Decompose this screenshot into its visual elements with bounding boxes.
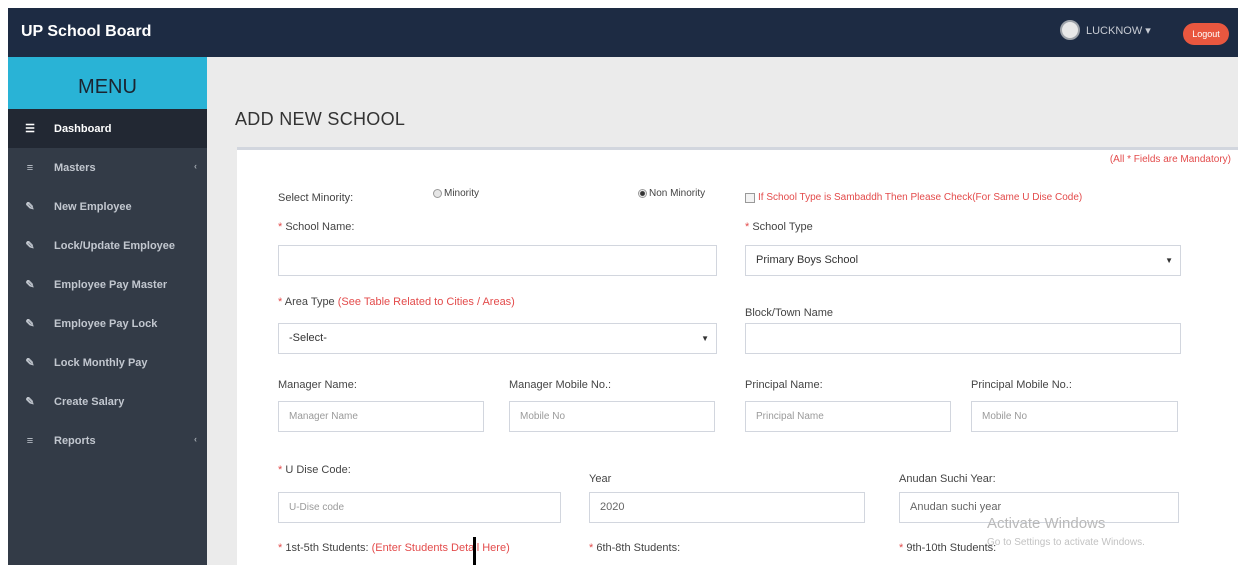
pencil-icon: ✎: [25, 396, 35, 408]
label-text: 1st-5th Students:: [285, 542, 372, 554]
sidebar-item-lock-monthly-pay[interactable]: ✎ Lock Monthly Pay: [8, 343, 207, 382]
sidebar-item-label: Lock/Update Employee: [54, 239, 176, 252]
sidebar-item-lock-update-employee[interactable]: ✎ Lock/Update Employee: [8, 226, 207, 265]
principal-name-label: Principal Name:: [745, 379, 823, 391]
udise-code-label: * U Dise Code:: [278, 464, 351, 476]
pencil-icon: ✎: [25, 201, 35, 213]
required-star: *: [278, 296, 285, 308]
sidebar-item-label: Masters: [54, 161, 96, 174]
sidebar: MENU ☰ Dashboard ≡ Masters ‹ ✎ New Employee ✎ Lo…: [8, 57, 207, 565]
sidebar-item-label: Employee Pay Lock: [54, 317, 158, 330]
non-minority-radio-label: Non Minority: [649, 188, 706, 199]
app-window: UP School Board LUCKNOW ▾ Logout MENU ☰ D…: [8, 8, 1238, 565]
sidebar-item-create-salary[interactable]: ✎ Create Salary: [8, 382, 207, 421]
manager-name-input[interactable]: Manager Name: [278, 401, 484, 432]
sidebar-nav: ☰ Dashboard ≡ Masters ‹ ✎ New Employee ✎ Lock/Up…: [8, 109, 207, 460]
sambaddh-checkbox-label: If School Type is Sambaddh Then Please C…: [758, 192, 1083, 203]
radio-circle: [433, 189, 442, 198]
pencil-icon: ✎: [25, 279, 35, 291]
year-input[interactable]: 2020: [589, 492, 865, 523]
label-text: School Name:: [285, 221, 355, 233]
pencil-icon: ✎: [25, 357, 35, 369]
manager-mobile-input[interactable]: Mobile No: [509, 401, 715, 432]
dropdown-arrow-icon: ▼: [701, 334, 709, 343]
sidebar-item-label: Create Salary: [54, 395, 125, 408]
minority-radio[interactable]: Minority: [433, 188, 479, 199]
menu-header: MENU: [8, 57, 207, 109]
pencil-icon: ✎: [25, 318, 35, 330]
area-type-label: * Area Type (See Table Related to Cities…: [278, 296, 515, 308]
main-content: ADD NEW SCHOOL (All * Fields are Mandato…: [207, 57, 1238, 565]
block-town-label: Block/Town Name: [745, 307, 834, 319]
add-school-form: (All * Fields are Mandatory) Select Mino…: [237, 147, 1238, 565]
manager-name-label: Manager Name:: [278, 379, 357, 391]
radio-circle: [638, 189, 647, 198]
manager-mobile-label: Manager Mobile No.:: [509, 379, 612, 391]
activate-windows-subtitle: Go to Settings to activate Windows.: [987, 537, 1145, 548]
brand-logo[interactable]: UP School Board: [21, 23, 151, 41]
non-minority-radio[interactable]: Non Minority: [638, 188, 705, 199]
anudan-year-label: Anudan Suchi Year:: [899, 473, 996, 485]
label-text: U Dise Code:: [285, 464, 351, 476]
school-type-label: * School Type: [745, 221, 813, 233]
area-type-hint-link[interactable]: (See Table Related to Cities / Areas): [338, 296, 515, 308]
area-type-select[interactable]: -Select- ▼: [278, 323, 717, 354]
label-text: 6th-8th Students:: [596, 542, 681, 554]
page-title: ADD NEW SCHOOL: [235, 109, 406, 129]
dashboard-icon: ☰: [25, 123, 35, 135]
activate-windows-title: Activate Windows: [987, 515, 1106, 532]
list-icon: ≡: [26, 161, 34, 174]
sidebar-item-label: Employee Pay Master: [54, 278, 168, 291]
students-6-8-label: * 6th-8th Students:: [589, 542, 680, 554]
school-type-value: Primary Boys School: [756, 254, 859, 266]
label-text: School Type: [752, 221, 813, 233]
sidebar-item-label: Dashboard: [54, 122, 112, 135]
text-cursor: [473, 537, 476, 565]
sidebar-item-reports[interactable]: ≡ Reports ‹: [8, 421, 207, 460]
label-text: Area Type: [284, 296, 338, 308]
list-icon: ≡: [26, 434, 34, 447]
area-type-value: -Select-: [289, 332, 327, 344]
sidebar-item-masters[interactable]: ≡ Masters ‹: [8, 148, 207, 187]
school-name-label: * School Name:: [278, 221, 354, 233]
minority-radio-label: Minority: [444, 188, 480, 199]
checkbox-box: [745, 192, 755, 203]
sidebar-item-label: New Employee: [54, 200, 132, 213]
sidebar-item-new-employee[interactable]: ✎ New Employee: [8, 187, 207, 226]
dropdown-arrow-icon: ▼: [1165, 256, 1173, 265]
sidebar-item-employee-pay-master[interactable]: ✎ Employee Pay Master: [8, 265, 207, 304]
pencil-icon: ✎: [25, 240, 35, 252]
principal-mobile-input[interactable]: Mobile No: [971, 401, 1178, 432]
sambaddh-checkbox[interactable]: If School Type is Sambaddh Then Please C…: [745, 192, 1082, 203]
select-minority-label: Select Minority:: [278, 192, 354, 204]
year-label: Year: [589, 473, 612, 485]
sidebar-item-dashboard[interactable]: ☰ Dashboard: [8, 109, 207, 148]
mandatory-note: (All * Fields are Mandatory): [1109, 154, 1231, 165]
user-name[interactable]: LUCKNOW ▾: [1086, 24, 1151, 37]
sidebar-item-label: Reports: [54, 434, 96, 447]
avatar: [1060, 20, 1080, 40]
enter-students-detail-link[interactable]: (Enter Students Detail Here): [372, 542, 510, 554]
chevron-left-icon: ‹: [194, 434, 197, 444]
label-text: 9th-10th Students:: [906, 542, 997, 554]
chevron-left-icon: ‹: [194, 161, 197, 171]
students-9-10-label: * 9th-10th Students:: [899, 542, 996, 554]
school-name-input[interactable]: [278, 245, 717, 276]
top-navbar: UP School Board LUCKNOW ▾ Logout: [8, 8, 1238, 57]
udise-code-input[interactable]: U-Dise code: [278, 492, 561, 523]
principal-mobile-label: Principal Mobile No.:: [971, 379, 1072, 391]
logout-button[interactable]: Logout: [1183, 23, 1229, 45]
sidebar-item-label: Lock Monthly Pay: [54, 356, 148, 369]
school-type-select[interactable]: Primary Boys School ▼: [745, 245, 1181, 276]
user-menu[interactable]: LUCKNOW ▾: [1060, 20, 1151, 40]
sidebar-item-employee-pay-lock[interactable]: ✎ Employee Pay Lock: [8, 304, 207, 343]
principal-name-input[interactable]: Principal Name: [745, 401, 951, 432]
block-town-input[interactable]: [745, 323, 1181, 354]
